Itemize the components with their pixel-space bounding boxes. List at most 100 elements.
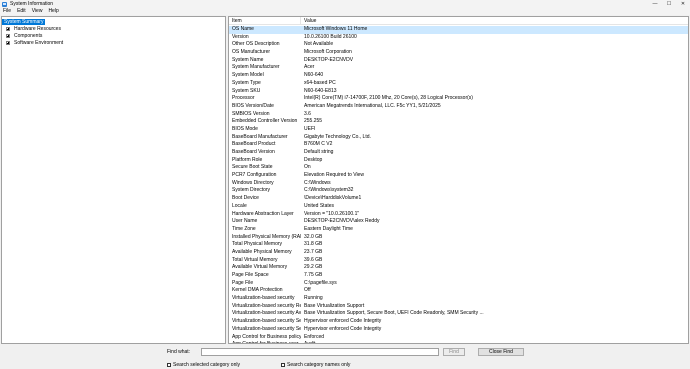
tree-item-software-environment[interactable]: Software Environment: [2, 39, 65, 46]
table-row[interactable]: Version 10.0.26100 Build 26100: [229, 34, 688, 42]
row-value-cell: 29.2 GB: [304, 264, 323, 271]
row-item-cell: Secure Boot State: [232, 164, 273, 171]
table-row[interactable]: App Control for Business policy Enforced: [229, 334, 688, 342]
expand-plus-icon[interactable]: [6, 33, 10, 38]
table-row[interactable]: BaseBoard Version Default string: [229, 149, 688, 157]
table-row[interactable]: Total Virtual Memory 39.6 GB: [229, 257, 688, 265]
details-list[interactable]: Item Value OS Name Microsoft Windows 11 H…: [228, 16, 689, 344]
row-value-cell: C:\Windows\system32: [304, 187, 354, 194]
table-row[interactable]: Available Virtual Memory 29.2 GB: [229, 264, 688, 272]
tree-item-hardware-resources[interactable]: Hardware Resources: [2, 25, 63, 32]
table-row[interactable]: Embedded Controller Version 255.255: [229, 118, 688, 126]
table-row[interactable]: System SKU N60-640-E813: [229, 88, 688, 96]
expand-plus-icon[interactable]: [6, 26, 10, 31]
table-row[interactable]: Available Physical Memory 23.7 GB: [229, 249, 688, 257]
table-row[interactable]: Virtualization-based security Re... Base …: [229, 303, 688, 311]
tree-item-label: Software Environment: [14, 39, 64, 46]
table-row[interactable]: System Model N60-640: [229, 72, 688, 80]
row-item-cell: App Control for Business policy: [232, 333, 301, 340]
menu-file[interactable]: File: [0, 8, 14, 15]
row-value-cell: Enforced: [304, 333, 325, 340]
row-value-cell: Base Virtualization Support, Secure Boot…: [304, 310, 484, 317]
row-value-cell: DESKTOP-E2CNVDV\alex Reddy: [304, 218, 380, 225]
table-row[interactable]: Platform Role Desktop: [229, 157, 688, 165]
row-value-cell: 39.6 GB: [304, 256, 323, 263]
row-value-cell: Eastern Daylight Time: [304, 225, 353, 232]
table-row[interactable]: User Name DESKTOP-E2CNVDV\alex Reddy: [229, 218, 688, 226]
row-item-cell: Time Zone: [232, 225, 256, 232]
row-item-cell: BIOS Mode: [232, 125, 258, 132]
row-item-cell: System Name: [232, 56, 264, 63]
table-row[interactable]: OS Manufacturer Microsoft Corporation: [229, 49, 688, 57]
table-row[interactable]: Other OS Description Not Available: [229, 41, 688, 49]
minimize-button[interactable]: —: [648, 0, 662, 8]
row-value-cell: 3.6: [304, 110, 311, 117]
close-button[interactable]: ✕: [676, 0, 690, 8]
find-what-label: Find what:: [167, 349, 191, 355]
table-row[interactable]: Boot Device \Device\HarddiskVolume1: [229, 195, 688, 203]
row-item-cell: Kernel DMA Protection: [232, 287, 283, 294]
row-value-cell: \Device\HarddiskVolume1: [304, 195, 362, 202]
window-title: System Information: [10, 1, 54, 7]
table-row[interactable]: SMBIOS Version 3.6: [229, 111, 688, 119]
column-header-item[interactable]: Item: [229, 17, 301, 24]
table-row[interactable]: OS Name Microsoft Windows 11 Home: [229, 26, 688, 34]
checkbox-box[interactable]: [167, 363, 171, 367]
search-selected-category-checkbox[interactable]: Search selected category only: [167, 362, 240, 368]
close-find-button[interactable]: Close Find: [478, 348, 524, 356]
checkbox-box[interactable]: [281, 363, 285, 367]
table-row[interactable]: Processor Intel(R) Core(TM) i7-14700F, 21…: [229, 95, 688, 103]
table-row[interactable]: BaseBoard Product B760M C V2: [229, 141, 688, 149]
table-row[interactable]: Locale United States: [229, 203, 688, 211]
table-row[interactable]: BIOS Version/Date American Megatrends Int…: [229, 103, 688, 111]
row-item-cell: Locale: [232, 202, 247, 209]
table-row[interactable]: Windows Directory C:\Windows: [229, 180, 688, 188]
row-value-cell: 31.8 GB: [304, 241, 323, 248]
row-item-cell: Embedded Controller Version: [232, 118, 298, 125]
row-item-cell: PCR7 Configuration: [232, 172, 277, 179]
menu-edit[interactable]: Edit: [14, 8, 29, 15]
find-button[interactable]: Find: [443, 348, 465, 356]
table-row[interactable]: BaseBoard Manufacturer Gigabyte Technolog…: [229, 134, 688, 142]
expand-plus-icon[interactable]: [6, 40, 10, 45]
category-tree[interactable]: System Summary Hardware Resources Compon…: [1, 16, 226, 344]
row-item-cell: System Directory: [232, 187, 271, 194]
table-row[interactable]: System Directory C:\Windows\system32: [229, 187, 688, 195]
table-row[interactable]: Time Zone Eastern Daylight Time: [229, 226, 688, 234]
table-row[interactable]: Virtualization-based security Av... Base …: [229, 310, 688, 318]
table-row[interactable]: App Control for Business user ...Audit: [229, 341, 688, 343]
tree-item-components[interactable]: Components: [2, 32, 44, 39]
maximize-button[interactable]: ☐: [662, 0, 676, 8]
table-row[interactable]: Page File C:\pagefile.sys: [229, 280, 688, 288]
row-value-cell: UEFI: [304, 125, 316, 132]
table-row[interactable]: Virtualization-based security Running: [229, 295, 688, 303]
table-row[interactable]: Secure Boot State On: [229, 164, 688, 172]
row-item-cell: Virtualization-based security Re...: [232, 302, 301, 309]
table-row[interactable]: Hardware Abstraction Layer Version = "10.…: [229, 211, 688, 219]
row-value-cell: C:\pagefile.sys: [304, 279, 337, 286]
table-row[interactable]: PCR7 Configuration Elevation Required to …: [229, 172, 688, 180]
tree-item-system-summary[interactable]: System Summary: [2, 18, 46, 25]
menu-view[interactable]: View: [29, 8, 46, 15]
row-item-cell: Virtualization-based security Av...: [232, 310, 301, 317]
table-row[interactable]: Virtualization-based security Se... Hyper…: [229, 326, 688, 334]
table-row[interactable]: Installed Physical Memory (RAM) 32.0 GB: [229, 234, 688, 242]
table-row[interactable]: Total Physical Memory 31.8 GB: [229, 241, 688, 249]
table-row[interactable]: System Type x64-based PC: [229, 80, 688, 88]
table-row[interactable]: Kernel DMA Protection Off: [229, 287, 688, 295]
search-category-names-checkbox[interactable]: Search category names only: [281, 362, 350, 368]
column-header-value[interactable]: Value: [301, 17, 688, 24]
table-row[interactable]: System Manufacturer Acer: [229, 64, 688, 72]
row-item-cell: Version: [232, 33, 249, 40]
window-controls: — ☐ ✕: [648, 0, 690, 8]
menu-help[interactable]: Help: [45, 8, 61, 15]
table-row[interactable]: Virtualization-based security Se... Hyper…: [229, 318, 688, 326]
table-row[interactable]: BIOS Mode UEFI: [229, 126, 688, 134]
row-item-cell: User Name: [232, 218, 258, 225]
find-what-input[interactable]: [201, 348, 439, 356]
menu-bar: File Edit View Help: [0, 8, 690, 15]
table-row[interactable]: System Name DESKTOP-E2CNVDV: [229, 57, 688, 65]
list-rows: OS Name Microsoft Windows 11 Home Version 1…: [229, 26, 688, 343]
title-bar[interactable]: System Information — ☐ ✕: [0, 0, 690, 8]
table-row[interactable]: Page File Space 7.75 GB: [229, 272, 688, 280]
